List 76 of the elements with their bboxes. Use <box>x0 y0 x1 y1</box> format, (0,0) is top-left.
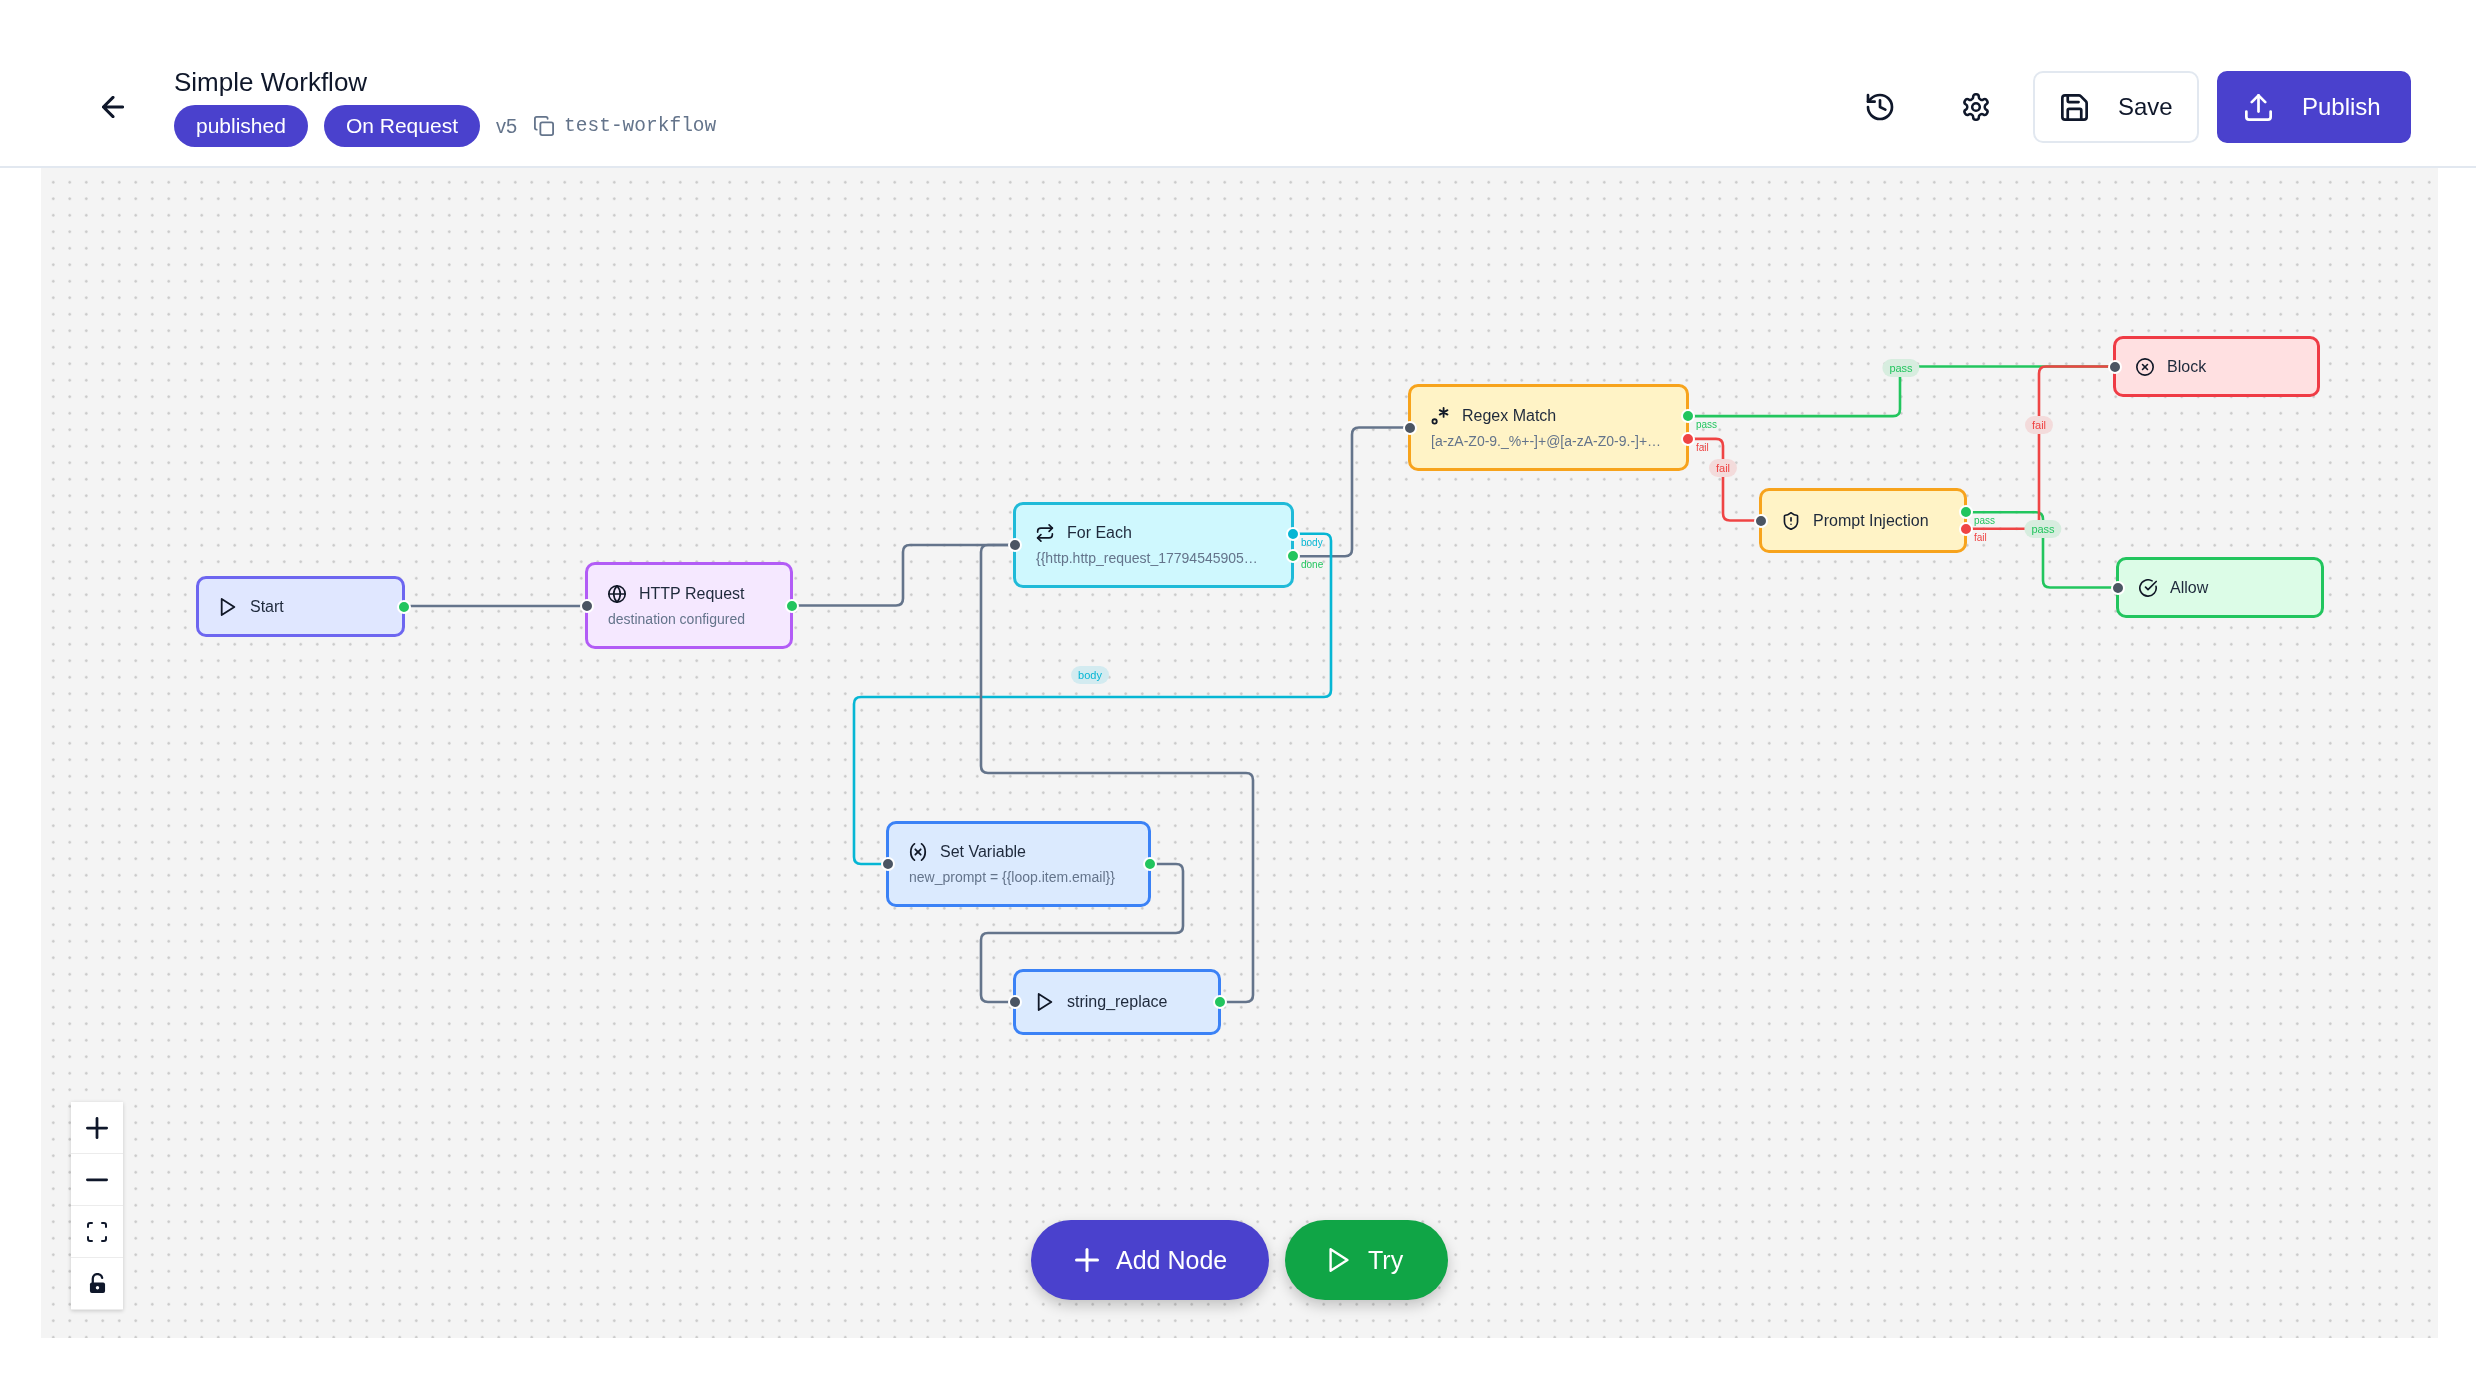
input-handle[interactable] <box>1007 538 1022 552</box>
plus-icon <box>1075 1248 1099 1272</box>
handle-label: done <box>1301 559 1324 572</box>
settings-icon <box>1962 93 1990 121</box>
output-handle[interactable] <box>1958 521 1973 536</box>
workflow-title: Simple Workflow <box>174 67 369 97</box>
handle-label: body <box>1301 536 1323 549</box>
settings-button[interactable] <box>1962 93 1990 121</box>
version-label: v5 <box>496 114 518 138</box>
check-circle-icon <box>2139 578 2157 597</box>
save-button[interactable]: Save <box>2033 71 2199 143</box>
input-handle[interactable] <box>2110 580 2125 595</box>
node-title: Allow <box>2170 577 2209 598</box>
node-title: For Each <box>1067 523 1132 543</box>
input-handle[interactable] <box>1402 420 1417 435</box>
input-handle[interactable] <box>2107 359 2122 374</box>
add-node-button[interactable]: Add Node <box>1031 1220 1269 1300</box>
output-handle[interactable] <box>1680 409 1695 424</box>
node-detail: {{http.http_request_17794545905… <box>1036 550 1259 567</box>
lock-button[interactable] <box>71 1258 123 1310</box>
publish-button[interactable]: Publish <box>2217 71 2411 143</box>
node-title: Prompt Injection <box>1813 510 1929 531</box>
handle-label: pass <box>1974 515 1996 528</box>
back-button[interactable] <box>102 96 124 118</box>
node-detail: [a-zA-Z0-9._%+-]+@[a-zA-Z0-9.-]+… <box>1431 432 1663 450</box>
output-handle[interactable] <box>396 599 411 614</box>
node-detail: new_prompt = {{loop.item.email}} <box>909 869 1116 886</box>
globe-icon <box>608 584 626 603</box>
input-handle[interactable] <box>880 857 895 871</box>
x-circle-icon <box>2136 357 2154 376</box>
output-handle[interactable] <box>1142 857 1157 871</box>
output-handle[interactable] <box>784 598 799 613</box>
node-title: HTTP Request <box>639 583 745 604</box>
edge-label: fail <box>2024 416 2054 434</box>
play-icon <box>1327 1248 1351 1272</box>
handle-label: pass <box>1696 419 1718 432</box>
node-title: Start <box>250 596 284 617</box>
history-icon <box>1866 93 1894 121</box>
node-title: Regex Match <box>1462 405 1557 426</box>
play-icon <box>1036 993 1054 1011</box>
plus-icon <box>86 1116 108 1139</box>
regex-icon <box>1431 406 1449 425</box>
shield-alert-icon <box>1782 511 1800 530</box>
edge-label: pass <box>2024 520 2062 538</box>
workflow-slug: test-workflow <box>564 115 717 137</box>
handle-label: fail <box>1974 531 1987 544</box>
handle-label: fail <box>1696 441 1709 454</box>
history-button[interactable] <box>1866 93 1894 121</box>
back-arrow-icon <box>102 96 124 118</box>
output-handle[interactable] <box>1212 995 1227 1009</box>
zoom-in-button[interactable] <box>71 1102 123 1154</box>
node-title: Set Variable <box>940 842 1026 862</box>
output-handle[interactable] <box>1958 505 1973 520</box>
input-handle[interactable] <box>1007 995 1022 1009</box>
fit-view-button[interactable] <box>71 1206 123 1258</box>
upload-icon <box>2245 93 2272 121</box>
copy-icon[interactable] <box>534 116 555 136</box>
repeat-arrows-icon <box>1036 524 1054 542</box>
edge-label: body <box>1071 666 1109 684</box>
input-handle[interactable] <box>579 598 594 613</box>
edge-label: fail <box>1708 459 1738 477</box>
output-handle[interactable] <box>1680 431 1695 446</box>
node-title: string_replace <box>1067 992 1168 1012</box>
node-detail: destination configured <box>608 610 746 628</box>
minus-icon <box>86 1176 108 1183</box>
trigger-badge: On Request <box>323 105 480 147</box>
padlock-icon <box>88 1273 106 1294</box>
output-handle[interactable] <box>1285 549 1300 564</box>
variable-icon <box>909 843 927 861</box>
output-handle[interactable] <box>1285 526 1300 541</box>
frame-corners-icon <box>87 1221 107 1242</box>
edge-label: pass <box>1882 359 1920 377</box>
input-handle[interactable] <box>1753 513 1768 528</box>
play-icon <box>219 597 237 616</box>
status-badge: published <box>174 105 308 147</box>
node-title: Block <box>2167 356 2207 377</box>
